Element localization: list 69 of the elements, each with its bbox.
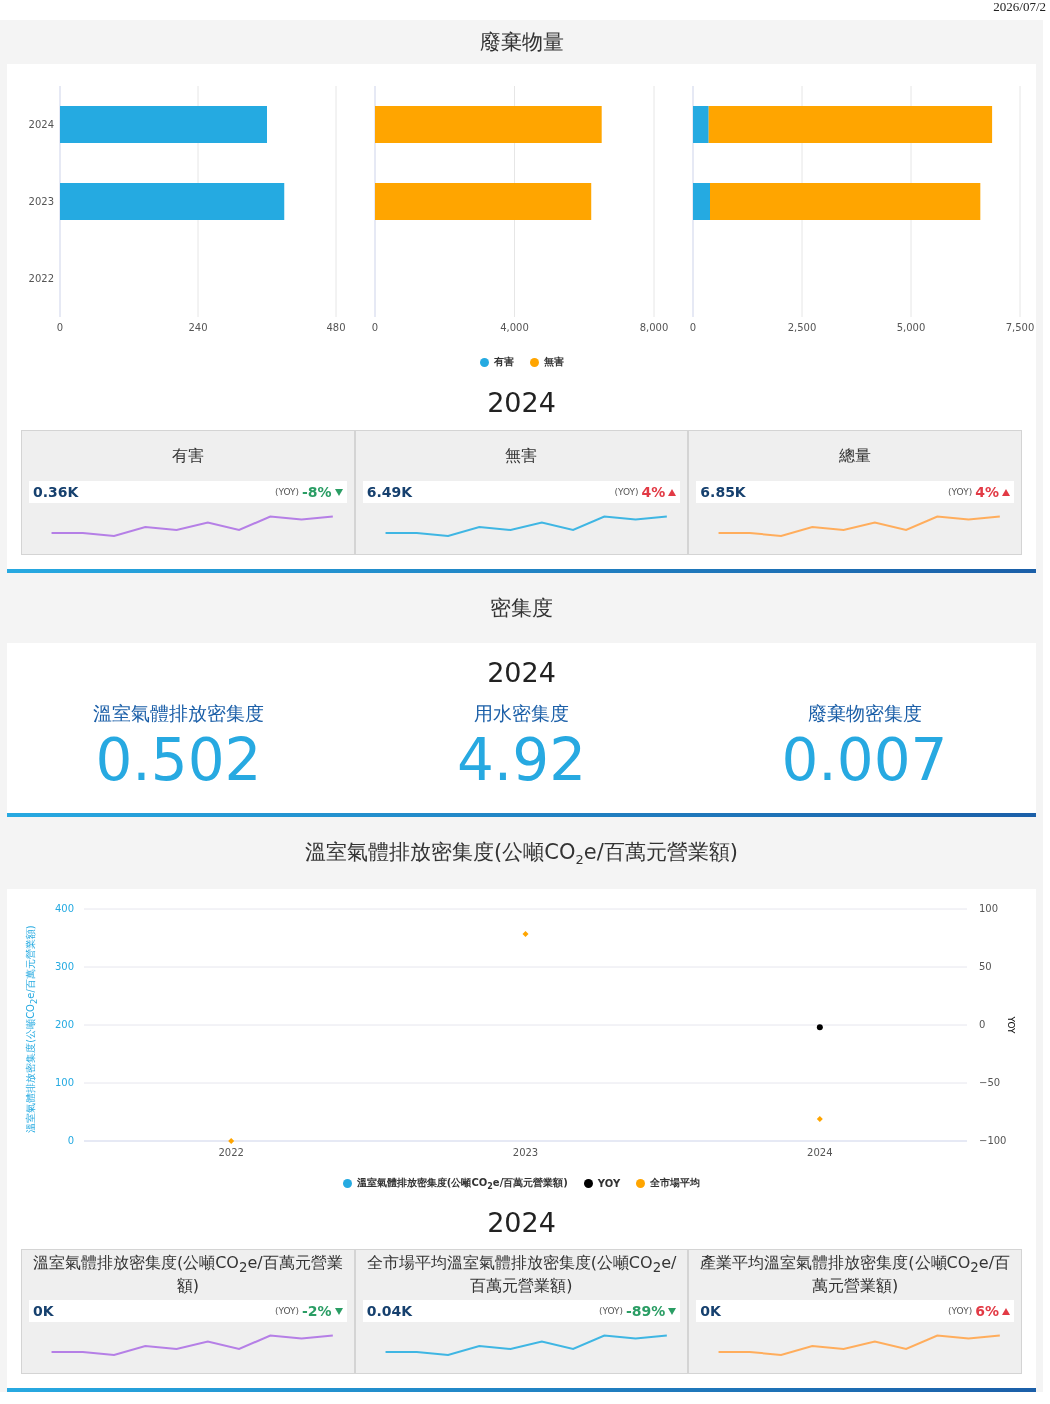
year-heading: 2024 [487,386,556,418]
section-title: 溫室氣體排放密集度(公噸CO$_{2}$e/百萬元營業額) [305,840,738,865]
axis-tick-label: 0 [56,322,64,333]
kpi-value: 6.49K [366,484,413,500]
date-text: 2026/07/2 [993,0,1046,13]
kpi-value: 6.85K [700,484,746,500]
metric-label: 用水密集度 [474,701,569,726]
axis-tick-label: 8,000 [639,322,669,333]
kpi-title: 溫室氣體排放密集度(公噸CO$_{2}$e/百萬元營業額) [31,1253,344,1297]
kpi-title: 無害 [505,445,538,467]
yoy-label: (YOY) [274,1306,300,1316]
year-heading: 2024 [487,656,556,688]
metric-value: 0.007 [781,727,948,793]
category-label: 2023 [28,195,54,207]
section-title: 廢棄物量 [479,29,564,56]
axis-tick-label: 300 [54,961,74,972]
yoy-label: (YOY) [948,1306,973,1316]
yoy-label: (YOY) [598,1306,623,1316]
axis-tick-label: 4,000 [500,322,529,333]
yoy-label: (YOY) [948,487,973,497]
axis-tick-label: 240 [188,322,208,333]
metric-value: 4.92 [456,727,587,793]
y-axis-title: YOY [1006,1016,1016,1034]
axis-tick-label: 7,500 [1005,322,1035,333]
axis-tick-label: 2024 [807,1147,833,1158]
kpi-value: 0.36K [33,484,79,500]
category-label: 2024 [28,118,54,130]
legend-item[interactable]: 無害 [529,355,564,369]
axis-tick-label: 0 [689,322,697,333]
section-title: 密集度 [490,595,553,622]
axis-tick-label: −50 [979,1077,1001,1088]
axis-tick-label: 200 [54,1019,74,1030]
axis-tick-label: 100 [979,903,999,914]
axis-tick-label: 100 [54,1077,74,1088]
metric-label: 廢棄物密集度 [807,701,922,726]
yoy-value: 4% [641,484,666,500]
axis-tick-label: 50 [979,961,992,972]
kpi-value: 0K [33,1303,54,1319]
axis-tick-label: 2023 [512,1147,539,1158]
yoy-value: -8% [302,484,332,500]
legend-item[interactable]: YOY [583,1177,621,1189]
axis-tick-label: 0 [371,322,379,333]
yoy-value: -2% [302,1303,332,1319]
yoy-value: 4% [975,484,999,500]
legend-item[interactable]: 全市場平均 [636,1176,701,1190]
axis-tick-label: 2022 [218,1147,244,1158]
legend-item[interactable]: 溫室氣體排放密集度(公噸CO$_{2}$e/百萬元營業額) [342,1175,568,1191]
axis-tick-label: 400 [54,903,74,914]
year-heading: 2024 [487,1206,556,1238]
kpi-title: 有害 [171,445,204,467]
axis-tick-label: 5,000 [896,322,926,333]
axis-tick-label: 2,500 [787,322,817,333]
kpi-title: 產業平均溫室氣體排放密集度(公噸CO$_{2}$e/百萬元營業額) [699,1253,1011,1297]
kpi-title: 全市場平均溫室氣體排放密集度(公噸CO$_{2}$e/百萬元營業額) [365,1253,678,1297]
category-label: 2022 [28,272,54,284]
kpi-value: 0K [700,1303,721,1319]
axis-tick-label: 480 [326,322,346,333]
legend-item[interactable]: 有害 [479,355,514,369]
axis-tick-label: 0 [979,1019,986,1030]
axis-tick-label: −100 [979,1135,1007,1146]
kpi-value: 0.04K [366,1303,413,1319]
axis-tick-label: 0 [67,1135,74,1146]
yoy-label: (YOY) [614,487,639,497]
yoy-label: (YOY) [274,487,300,497]
kpi-title: 總量 [839,445,872,467]
yoy-value: -89% [626,1303,666,1319]
metric-value: 0.502 [95,727,262,793]
metric-label: 溫室氣體排放密集度 [93,701,264,726]
yoy-value: 6% [975,1303,999,1319]
